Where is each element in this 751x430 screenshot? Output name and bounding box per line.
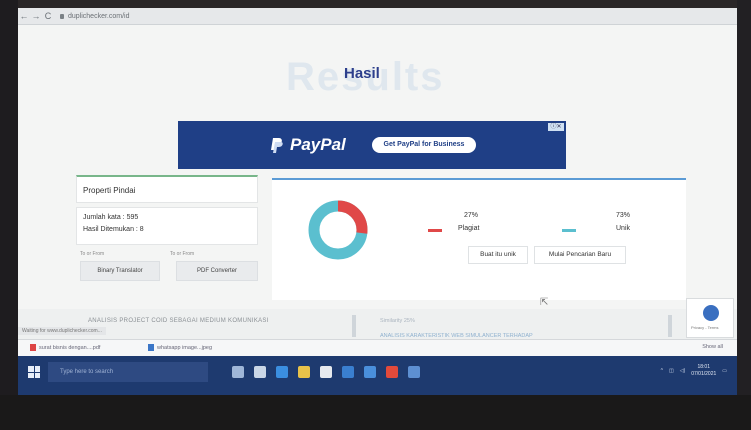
browser-toolbar: ← → C duplichecker.com/id [18, 8, 737, 25]
page-title: Hasil [344, 65, 380, 82]
edge-browser-icon[interactable] [276, 366, 288, 378]
results-panel: 27% Plagiat 73% Unik Buat itu unik Mulai… [272, 178, 686, 300]
recaptcha-icon [703, 305, 719, 321]
address-bar[interactable]: duplichecker.com/id [60, 13, 129, 20]
word-icon[interactable] [364, 366, 376, 378]
browser-status-text: Waiting for www.duplichecker.com... [18, 327, 106, 335]
plagiat-label: Plagiat [458, 225, 480, 232]
monitor-bezel-right [737, 0, 751, 430]
download-item-2[interactable]: whatsapp image...jpeg [148, 344, 212, 351]
image-file-icon [148, 344, 154, 351]
make-unique-button[interactable]: Buat itu unik [468, 246, 528, 264]
tray-chevron-icon[interactable]: ^ [661, 368, 663, 374]
taskbar-clock[interactable]: 18:01 07/01/2021 [691, 364, 716, 378]
unik-percent: 73% [616, 212, 631, 219]
lock-icon [60, 13, 64, 19]
mouse-cursor-icon: ⇱ [540, 297, 549, 308]
monitor-bezel-bottom [0, 395, 751, 430]
search-icon[interactable] [254, 366, 266, 378]
windows-start-icon[interactable] [28, 366, 40, 378]
scrollbar-right[interactable] [668, 315, 672, 337]
reload-button[interactable]: C [42, 11, 54, 21]
related-result-similarity: Similarity 25% [380, 318, 415, 324]
windows-taskbar: Type here to search ^ ◫ ◁) 18:01 07/01/2… [18, 356, 737, 395]
screen: ← → C duplichecker.com/id Results Hasil … [18, 8, 737, 395]
scrollbar-left[interactable] [352, 315, 356, 337]
pdf-file-icon [30, 344, 36, 351]
clock-time: 18:01 [697, 364, 710, 370]
show-all-downloads-button[interactable]: Show all [702, 344, 723, 350]
plagiat-percent: 27% [464, 212, 479, 219]
download-item-1[interactable]: surat bisnis dengan....pdf [30, 344, 100, 351]
url-text: duplichecker.com/id [68, 12, 130, 20]
system-tray: ^ ◫ ◁) 18:01 07/01/2021 ▭ [661, 364, 727, 378]
tool-caption-1: To or From [80, 251, 105, 257]
results-found-text: Hasil Ditemukan : 8 [83, 226, 144, 233]
monitor-bezel-left [0, 0, 18, 430]
plagiat-legend-swatch [428, 229, 442, 232]
taskbar-search-input[interactable]: Type here to search [48, 362, 208, 382]
related-result-left-title[interactable]: ANALISIS PROJECT COID SEBAGAI MEDIUM KOM… [88, 318, 269, 324]
scan-properties-panel: Properti Pindai Jumlah kata : 595 Hasil … [76, 175, 260, 295]
pdf-converter-button[interactable]: PDF Converter [176, 261, 258, 281]
new-search-button[interactable]: Mulai Pencarian Baru [534, 246, 626, 264]
app-icon[interactable] [408, 366, 420, 378]
unik-label: Unik [616, 225, 631, 232]
forward-button[interactable]: → [30, 11, 42, 21]
scan-properties-header: Properti Pindai [76, 175, 258, 203]
page-content: Results Hasil ⓘ✕ PayPal Get PayPal for B… [18, 25, 737, 355]
chrome-icon[interactable] [386, 366, 398, 378]
scan-properties-body: Jumlah kata : 595 Hasil Ditemukan : 8 [76, 207, 258, 245]
network-icon[interactable]: ◫ [669, 368, 674, 374]
unik-legend-swatch [562, 229, 576, 232]
recaptcha-terms[interactable]: Privacy - Terms [691, 325, 718, 330]
volume-icon[interactable]: ◁) [680, 368, 686, 374]
plagiarism-donut-chart [308, 200, 368, 260]
tool-caption-2: To or From [170, 251, 195, 257]
word-count-text: Jumlah kata : 595 [83, 214, 139, 221]
paypal-brand-text: PayPal [290, 135, 346, 154]
ad-choices-icon[interactable]: ⓘ✕ [548, 123, 564, 131]
clock-date: 07/01/2021 [691, 371, 717, 377]
paypal-ad-banner[interactable]: ⓘ✕ PayPal Get PayPal for Business [178, 121, 566, 169]
mail-icon[interactable] [342, 366, 354, 378]
back-button[interactable]: ← [18, 11, 30, 21]
get-paypal-business-button[interactable]: Get PayPal for Business [372, 137, 476, 153]
paypal-logo-icon [271, 138, 283, 153]
store-icon[interactable] [320, 366, 332, 378]
task-view-icon[interactable] [232, 366, 244, 378]
download-item-1-name: surat bisnis dengan....pdf [39, 344, 101, 351]
binary-translator-button[interactable]: Binary Translator [80, 261, 160, 281]
notifications-icon[interactable]: ▭ [722, 368, 727, 374]
file-explorer-icon[interactable] [298, 366, 310, 378]
download-item-2-name: whatsapp image...jpeg [157, 344, 213, 351]
recaptcha-badge[interactable]: Privacy - Terms [686, 298, 734, 338]
monitor-bezel-top [0, 0, 751, 8]
download-shelf: surat bisnis dengan....pdf whatsapp imag… [18, 339, 737, 357]
